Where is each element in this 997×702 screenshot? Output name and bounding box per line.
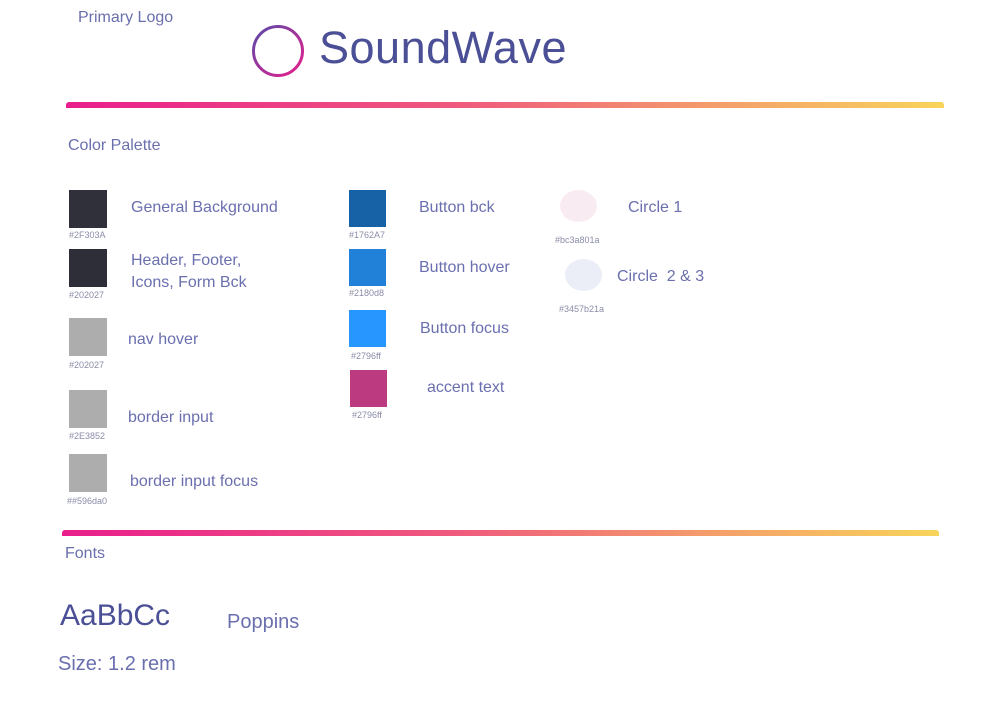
brand-name: SoundWave — [319, 22, 567, 73]
font-size: Size: 1.2 rem — [58, 653, 176, 675]
swatch-general-background — [69, 190, 107, 228]
swatch-label: Circle 1 — [628, 199, 683, 216]
swatch-button-bck — [349, 190, 386, 227]
swatch-label: border input — [128, 409, 214, 426]
font-name: Poppins — [227, 611, 300, 633]
color-code: ##596da0 — [67, 496, 108, 506]
color-code: #2180d8 — [349, 288, 385, 298]
swatch-border-input-focus — [69, 454, 107, 492]
swatch-accent-text — [350, 370, 387, 407]
swatch-circle-2-3 — [565, 259, 602, 291]
color-code: #202027 — [69, 290, 105, 300]
swatch-label: border input focus — [130, 473, 259, 490]
swatch-circle-1 — [560, 190, 597, 222]
swatch-button-focus — [349, 310, 386, 347]
primary-logo-label: Primary Logo — [78, 9, 174, 26]
swatch-label: Header, Footer, Icons, Form Bck — [131, 252, 247, 291]
color-code: #2796ff — [351, 351, 381, 361]
color-code: #1762A7 — [349, 230, 386, 240]
color-code: #202027 — [69, 360, 105, 370]
swatch-label: Circle 2 & 3 — [617, 268, 705, 285]
swatch-nav-hover — [69, 318, 107, 356]
color-code: #2796ff — [352, 410, 382, 420]
swatch-header-footer — [69, 249, 107, 287]
color-code: #2F303A — [69, 230, 106, 240]
swatch-label: Button hover — [419, 259, 510, 276]
font-sample: AaBbCc — [60, 599, 171, 632]
swatch-label: Button bck — [419, 199, 495, 216]
gradient-divider — [62, 530, 939, 536]
sound-wave-icon — [252, 25, 304, 77]
fonts-label: Fonts — [65, 545, 106, 562]
swatch-button-hover — [349, 249, 386, 286]
swatch-label: nav hover — [128, 331, 199, 348]
color-code: #3457b21a — [559, 304, 605, 314]
color-palette-label: Color Palette — [68, 137, 161, 154]
gradient-divider — [66, 102, 944, 108]
swatch-label: accent text — [427, 379, 505, 396]
color-code: #bc3a801a — [555, 235, 600, 245]
swatch-label: General Background — [131, 199, 278, 216]
swatch-border-input — [69, 390, 107, 428]
color-code: #2E3852 — [69, 431, 106, 441]
swatch-label: Button focus — [420, 320, 509, 337]
